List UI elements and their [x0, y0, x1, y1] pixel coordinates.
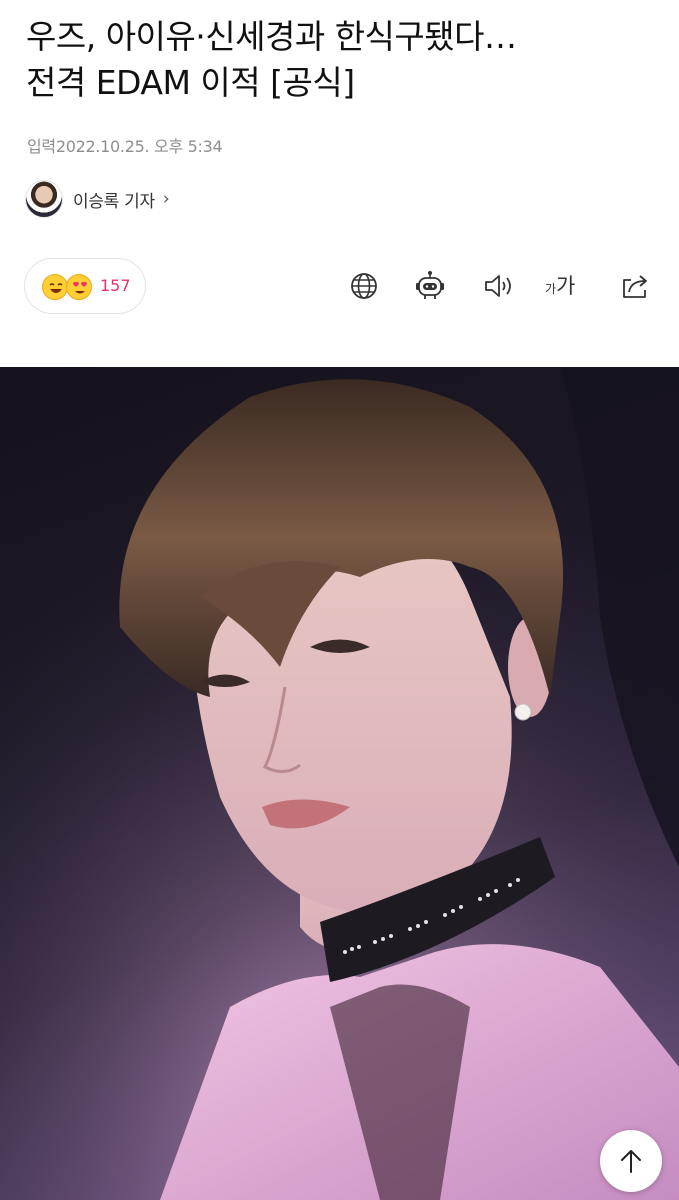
scroll-to-top-button[interactable] [600, 1130, 662, 1192]
article-toolbar: 157 가가 [0, 258, 679, 316]
share-button[interactable] [617, 268, 653, 304]
summary-bot-button[interactable] [412, 268, 448, 304]
article-headline: 우즈, 아이유·신세경과 한식구됐다… 전격 EDAM 이적 [공식] [26, 14, 666, 106]
author-avatar [25, 180, 63, 218]
font-size-button[interactable]: 가가 [545, 270, 589, 304]
published-date: 입력2022.10.25. 오후 5:34 [27, 137, 223, 156]
translate-button[interactable] [346, 268, 382, 304]
chevron-right-icon: › [162, 189, 170, 209]
reaction-button[interactable]: 157 [24, 258, 146, 314]
share-icon [623, 275, 647, 298]
reaction-count: 157 [100, 276, 131, 295]
article-photo [0, 367, 679, 1200]
heart-eyes-face-icon [66, 274, 92, 300]
listen-button[interactable] [481, 268, 517, 304]
robot-icon [416, 271, 444, 299]
author-link[interactable]: 이승록 기자 › [25, 180, 170, 218]
portrait-illustration [0, 367, 679, 1200]
headline-line-2: 전격 EDAM 이적 [공식] [26, 63, 355, 102]
author-name: 이승록 기자 [73, 191, 155, 212]
headline-line-1: 우즈, 아이유·신세경과 한식구됐다… [26, 17, 517, 56]
speaker-icon [485, 275, 511, 297]
arrow-up-icon [621, 1150, 641, 1173]
laughing-face-icon [42, 274, 68, 300]
font-size-icon-large: 가 [556, 274, 576, 298]
font-size-icon-small: 가 [545, 282, 557, 296]
globe-icon [351, 273, 377, 299]
